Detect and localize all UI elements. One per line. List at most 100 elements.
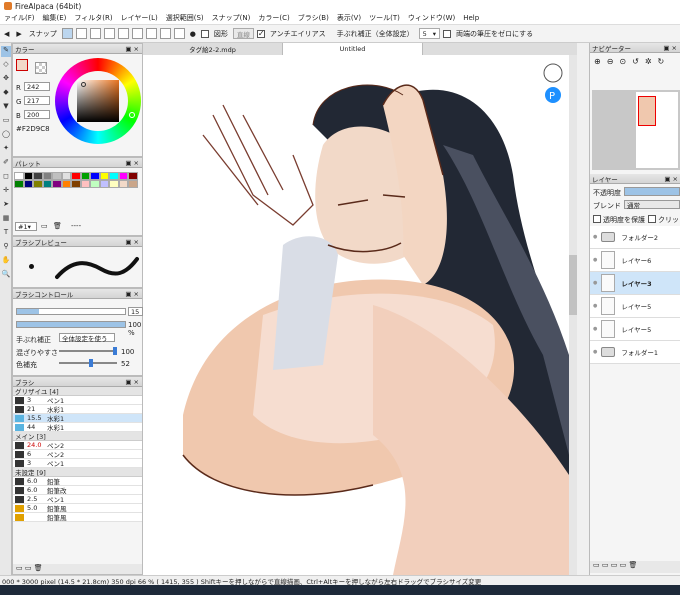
move-tool-icon[interactable]: ✛	[1, 186, 11, 197]
panel-close-icon[interactable]: ▣ ×	[125, 378, 139, 386]
brush-item[interactable]: 6.0 鉛筆	[13, 477, 142, 486]
zoom-tool-icon[interactable]: 🔍	[1, 270, 11, 281]
panel-close-icon[interactable]: ▣ ×	[664, 175, 678, 183]
folder-brush-icon[interactable]: ▭	[25, 564, 32, 572]
visibility-icon[interactable]: ●	[593, 234, 597, 240]
menu-item[interactable]: Help	[459, 14, 483, 22]
brush-item[interactable]: 21 水彩1	[13, 405, 142, 414]
zoom-fit-icon[interactable]: ⊙	[619, 57, 626, 73]
tab-document-1[interactable]: タグ絵2-2.mdp	[143, 43, 283, 55]
snap-vanish-button[interactable]	[103, 28, 115, 39]
shape-checkbox[interactable]	[200, 29, 209, 38]
palette-swatch[interactable]	[128, 172, 138, 180]
palette-swatch[interactable]	[23, 180, 33, 188]
operation-tool-icon[interactable]: ➤	[1, 200, 11, 211]
brush-group-header[interactable]: 未設定 [9]	[13, 468, 142, 477]
delete-brush-icon[interactable]: 🗑	[34, 564, 43, 572]
menu-item[interactable]: ァイル(F)	[0, 13, 39, 23]
brush-item[interactable]: 24.0 ペン2	[13, 441, 142, 450]
snap-settings-button[interactable]	[173, 28, 185, 39]
palette-swatch[interactable]	[33, 180, 43, 188]
snap-off-button[interactable]	[61, 28, 73, 39]
layer-row[interactable]: ● フォルダー1	[590, 341, 680, 364]
sv-indicator[interactable]	[81, 82, 86, 87]
layer-row[interactable]: ● レイヤー6	[590, 249, 680, 272]
eyedropper-icon[interactable]: ⚲	[1, 242, 11, 253]
layer-row[interactable]: ● レイヤー5	[590, 295, 680, 318]
brush-item[interactable]: 3 ペン1	[13, 396, 142, 405]
palette-swatch[interactable]	[109, 172, 119, 180]
tab-document-2[interactable]: Untitled	[283, 43, 423, 55]
palette-swatch[interactable]	[14, 180, 24, 188]
palette-swatch[interactable]	[90, 180, 100, 188]
add-layer-icon[interactable]: ▭	[593, 561, 600, 569]
snap-curve-button[interactable]	[145, 28, 157, 39]
size-input[interactable]: 15	[128, 307, 143, 316]
palette-swatch[interactable]	[80, 180, 90, 188]
undo-icon[interactable]: ◀	[2, 30, 11, 38]
magic-wand-icon[interactable]: ✦	[1, 144, 11, 155]
menu-item[interactable]: レイヤー(L)	[117, 13, 162, 23]
palette-swatch[interactable]	[33, 172, 43, 180]
panel-close-icon[interactable]: ▣ ×	[125, 159, 139, 167]
navigator-viewport[interactable]	[638, 96, 656, 126]
redo-icon[interactable]: ▶	[14, 30, 23, 38]
transform-tool-icon[interactable]: ✥	[1, 74, 11, 85]
duplicate-layer-icon[interactable]: ▭	[611, 561, 618, 569]
brush-stabilizer-select[interactable]: 全体設定を使う	[59, 333, 115, 343]
foreground-color-swatch[interactable]	[16, 59, 28, 71]
brush-tool-icon[interactable]: ✎	[1, 46, 11, 57]
palette-swatch[interactable]	[99, 180, 109, 188]
palette-swatch[interactable]	[42, 180, 52, 188]
menu-item[interactable]: スナップ(N)	[208, 13, 255, 23]
visibility-icon[interactable]: ●	[593, 303, 597, 309]
menu-item[interactable]: ブラシ(B)	[294, 13, 333, 23]
blend-slider[interactable]	[59, 347, 117, 355]
antialias-checkbox[interactable]	[256, 29, 265, 38]
layer-blend-select[interactable]: 通常	[624, 200, 680, 210]
visibility-icon[interactable]: ●	[593, 349, 597, 355]
palette-delete-icon[interactable]: 🗑	[53, 222, 62, 230]
r-input[interactable]: 242	[24, 82, 50, 91]
size-slider[interactable]	[16, 308, 126, 315]
brush-group-header[interactable]: メイン [3]	[13, 432, 142, 441]
brush-group-header[interactable]: グリザイユ [4]	[13, 387, 142, 396]
select-pen-icon[interactable]: ✐	[1, 158, 11, 169]
panel-close-icon[interactable]: ▣ ×	[125, 45, 139, 53]
zoom-out-icon[interactable]: ⊖	[607, 57, 614, 73]
brush-item[interactable]: 5.0 鉛筆風	[13, 504, 142, 513]
snap-radial-button[interactable]	[117, 28, 129, 39]
palette-swatch[interactable]	[118, 172, 128, 180]
palette-swatch[interactable]	[52, 180, 62, 188]
palette-swatch[interactable]	[118, 180, 128, 188]
palette-new-icon[interactable]: ▭	[41, 222, 48, 230]
select-tool-icon[interactable]: ▭	[1, 116, 11, 127]
layer-row[interactable]: ● レイヤー3	[590, 272, 680, 295]
brush-item[interactable]: 6 ペン2	[13, 450, 142, 459]
text-tool-icon[interactable]: T	[1, 228, 11, 239]
panel-close-icon[interactable]: ▣ ×	[663, 44, 677, 52]
palette-swatch[interactable]	[109, 180, 119, 188]
shape-select[interactable]: 直線	[232, 28, 254, 39]
rotate-right-icon[interactable]: ↻	[658, 57, 665, 73]
hand-tool-icon[interactable]: ✋	[1, 256, 11, 267]
protect-alpha-checkbox[interactable]	[593, 215, 601, 223]
palette-select[interactable]: #1 ▾	[15, 222, 37, 231]
fill-tool-icon[interactable]: ◆	[1, 88, 11, 99]
lasso-tool-icon[interactable]: ◯	[1, 130, 11, 141]
divide-tool-icon[interactable]: ▦	[1, 214, 11, 225]
stabilizer-select[interactable]: 5 ▾	[418, 28, 441, 39]
palette-swatch[interactable]	[71, 172, 81, 180]
layer-row[interactable]: ● レイヤー5	[590, 318, 680, 341]
background-color-swatch[interactable]	[35, 62, 47, 74]
opacity-slider[interactable]	[16, 321, 126, 328]
delete-layer-icon[interactable]: 🗑	[628, 561, 637, 569]
rotate-left-icon[interactable]: ↺	[632, 57, 639, 73]
eraser-tool-icon[interactable]: ◇	[1, 60, 11, 71]
navigator-preview[interactable]	[592, 90, 680, 170]
canvas-scrollbar[interactable]	[569, 55, 577, 575]
pressure-checkbox[interactable]	[443, 29, 452, 38]
brush-item[interactable]: 6.0 鉛筆改	[13, 486, 142, 495]
menu-item[interactable]: 編集(E)	[39, 13, 71, 23]
artwork[interactable]: P	[143, 55, 569, 575]
